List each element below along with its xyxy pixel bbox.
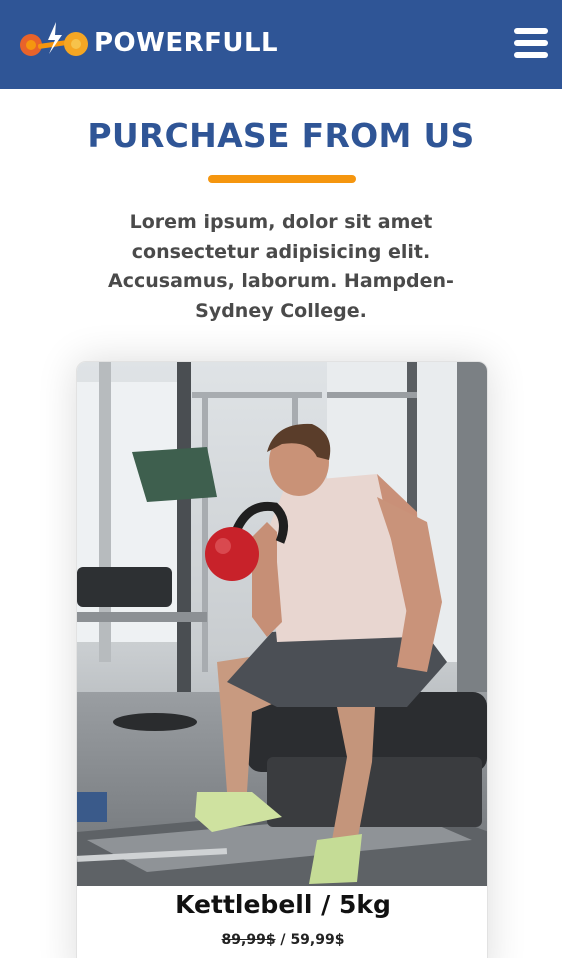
hamburger-menu-icon[interactable] (514, 28, 548, 58)
section-title: PURCHASE FROM US (87, 116, 475, 155)
navbar: POWERFULL (0, 0, 562, 89)
price-separator: / (275, 932, 291, 948)
man-lifting-kettlebell-photo[interactable] (77, 362, 488, 886)
menu-bar (514, 28, 548, 34)
product-card[interactable]: Kettlebell / 5kg 89,99$ / 59,99$ (76, 361, 488, 958)
menu-bar (514, 52, 548, 58)
intro-text: Lorem ipsum, dolor sit amet consectetur … (108, 211, 454, 322)
current-price: 59,99$ (290, 932, 345, 948)
old-price: 89,99$ (221, 932, 276, 948)
product-name: Kettlebell / 5kg (175, 890, 391, 919)
product-price: 89,99$ / 59,99$ (77, 932, 487, 948)
brand-logo[interactable]: POWERFULL (18, 20, 278, 66)
title-underline (208, 175, 356, 183)
dumbbell-lightning-icon (20, 22, 88, 56)
brand-name: POWERFULL (94, 28, 279, 58)
menu-bar (514, 40, 548, 46)
